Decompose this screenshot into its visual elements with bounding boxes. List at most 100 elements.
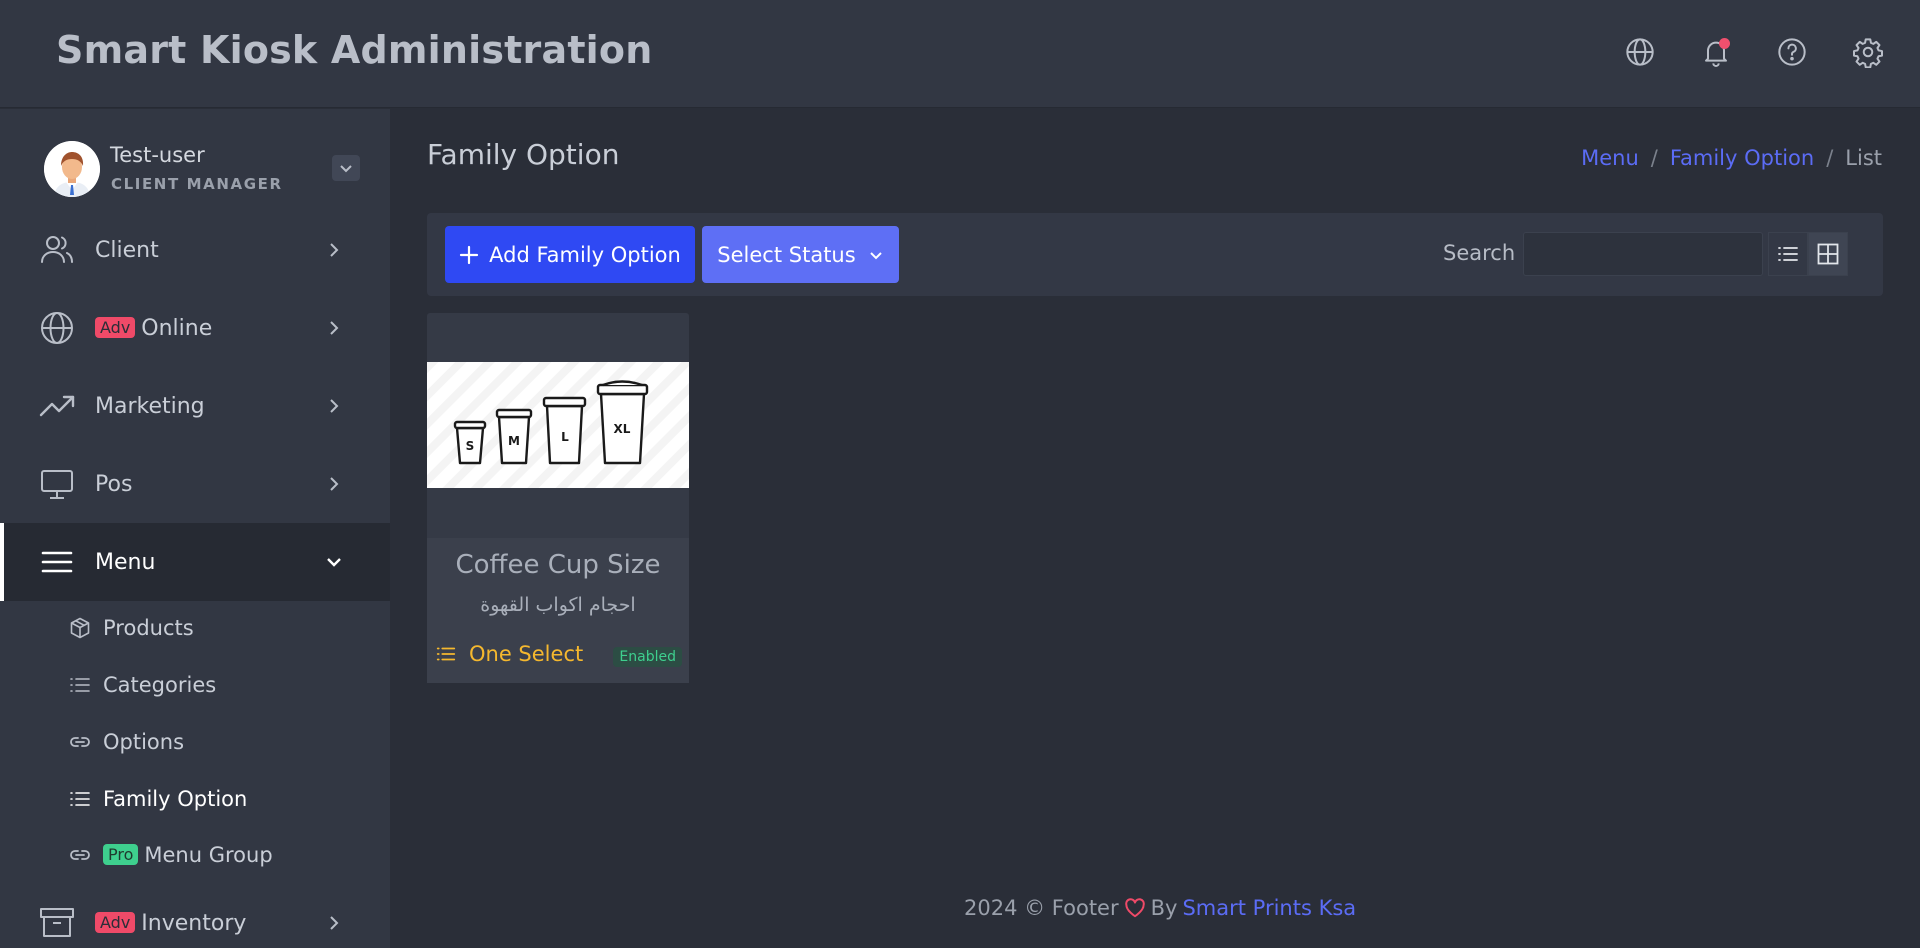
help-icon[interactable] xyxy=(1776,36,1808,68)
sidebar-item-inventory[interactable]: Adv Inventory xyxy=(0,884,390,948)
sidebar-item-menu[interactable]: Menu xyxy=(0,523,390,601)
cup-label: M xyxy=(508,434,520,448)
chevron-right-icon xyxy=(330,243,339,257)
select-status-dropdown[interactable]: Select Status xyxy=(702,226,899,283)
app-title: Smart Kiosk Administration xyxy=(56,28,653,72)
select-status-label: Select Status xyxy=(717,242,856,267)
box-icon xyxy=(68,616,92,640)
sidebar-item-label: Client xyxy=(95,237,159,263)
card-type-label: One Select xyxy=(469,642,584,666)
sidebar-item-online[interactable]: Adv Online xyxy=(0,289,390,367)
users-icon xyxy=(38,231,76,269)
list-icon xyxy=(1778,247,1798,261)
globe-icon[interactable] xyxy=(1624,36,1656,68)
sidebar-subitem-label: Categories xyxy=(103,673,217,697)
breadcrumb-separator: / xyxy=(1650,146,1658,170)
chevron-right-icon xyxy=(330,916,339,930)
adv-badge: Adv xyxy=(95,911,136,933)
breadcrumb-menu[interactable]: Menu xyxy=(1581,146,1639,170)
page-title: Family Option xyxy=(427,138,620,171)
sidebar-item-label: Online xyxy=(141,315,213,341)
sidebar-subitem-categories[interactable]: Categories xyxy=(0,657,390,713)
grid-icon xyxy=(1817,243,1839,265)
gear-icon[interactable] xyxy=(1852,36,1884,69)
link-icon xyxy=(68,843,92,867)
chevron-right-icon xyxy=(330,399,339,413)
card-title-arabic: احجام اكواب القهوة xyxy=(480,594,636,616)
sidebar-subitem-options[interactable]: Options xyxy=(0,714,390,770)
sidebar-item-label-wrap: Adv Inventory xyxy=(95,911,246,936)
sidebar-subitem-family-option[interactable]: Family Option xyxy=(0,771,390,827)
heart-icon xyxy=(1124,898,1145,918)
list-icon xyxy=(68,673,92,697)
cup-label: XL xyxy=(614,422,631,436)
sidebar: Test-user CLIENT MANAGER Client Adv Onlin… xyxy=(0,109,390,948)
card-title: Coffee Cup Size xyxy=(455,550,661,580)
sidebar-item-label: Marketing xyxy=(95,393,205,419)
avatar[interactable] xyxy=(44,141,100,197)
notification-dot xyxy=(1719,38,1730,49)
adv-badge: Adv xyxy=(95,316,136,338)
footer-link[interactable]: Smart Prints Ksa xyxy=(1182,896,1356,920)
footer-text: 2024 © Footer xyxy=(964,896,1119,920)
list-icon xyxy=(68,787,92,811)
card-type: One Select xyxy=(435,642,583,666)
link-icon xyxy=(68,730,92,754)
monitor-icon xyxy=(38,465,76,503)
coffee-cups-illustration: S M L XL xyxy=(427,362,689,488)
breadcrumb-separator: / xyxy=(1826,146,1834,170)
chevron-down-icon xyxy=(340,165,352,173)
add-family-option-button[interactable]: Add Family Option xyxy=(445,226,695,283)
user-name: Test-user xyxy=(110,143,205,167)
chevron-right-icon xyxy=(330,477,339,491)
footer: 2024 © Footer By Smart Prints Ksa xyxy=(964,896,1356,920)
sidebar-subitem-label: Products xyxy=(103,616,194,640)
chevron-down-icon xyxy=(869,251,882,259)
bell-icon[interactable] xyxy=(1700,36,1732,68)
breadcrumb-current: List xyxy=(1845,146,1882,170)
top-icons xyxy=(1624,36,1884,69)
view-toggle xyxy=(1768,232,1848,276)
user-box: Test-user CLIENT MANAGER xyxy=(44,141,364,197)
sidebar-item-client[interactable]: Client xyxy=(0,211,390,289)
card-body: Coffee Cup Size احجام اكواب القهوة One S… xyxy=(427,538,689,683)
globe-icon xyxy=(38,309,76,347)
search-input[interactable] xyxy=(1523,232,1763,276)
cup-label: L xyxy=(561,430,569,444)
cup-label: S xyxy=(466,439,475,453)
sidebar-subitem-menu-group[interactable]: Pro Menu Group xyxy=(0,827,390,883)
footer-by: By xyxy=(1150,896,1178,920)
family-option-card[interactable]: S M L XL Coffee Cup Size احجام اكواب الق… xyxy=(427,313,689,683)
sidebar-subitem-label: Family Option xyxy=(103,787,248,811)
sidebar-item-label: Menu xyxy=(95,549,156,575)
chevron-down-icon xyxy=(327,558,341,567)
search-label: Search xyxy=(1443,241,1516,265)
sidebar-subitem-label-wrap: Pro Menu Group xyxy=(103,843,273,867)
archive-icon xyxy=(38,904,76,942)
sidebar-subitem-products[interactable]: Products xyxy=(0,600,390,656)
status-badge: Enabled xyxy=(613,647,682,667)
hamburger-icon xyxy=(38,543,76,581)
sidebar-item-pos[interactable]: Pos xyxy=(0,445,390,523)
sidebar-item-marketing[interactable]: Marketing xyxy=(0,367,390,445)
chevron-right-icon xyxy=(330,321,339,335)
grid-view-button[interactable] xyxy=(1808,232,1848,276)
sidebar-item-label: Pos xyxy=(95,471,133,497)
user-role: CLIENT MANAGER xyxy=(111,175,283,193)
breadcrumb: Menu / Family Option / List xyxy=(1581,146,1882,170)
list-view-button[interactable] xyxy=(1768,232,1808,276)
list-icon xyxy=(436,647,456,661)
sidebar-subitem-label: Menu Group xyxy=(144,843,273,867)
plus-icon xyxy=(460,245,479,264)
coffee-cups-image: S M L XL xyxy=(427,362,689,488)
sidebar-item-label: Inventory xyxy=(141,910,247,936)
pro-badge: Pro xyxy=(103,844,139,865)
sidebar-subitem-label: Options xyxy=(103,730,185,754)
user-menu-toggle[interactable] xyxy=(332,155,360,181)
toolbar: Add Family Option Select Status Search xyxy=(427,213,1883,296)
sidebar-item-label-wrap: Adv Online xyxy=(95,316,212,341)
top-bar: Smart Kiosk Administration xyxy=(0,0,1920,108)
add-family-option-label: Add Family Option xyxy=(489,242,681,267)
breadcrumb-family-option[interactable]: Family Option xyxy=(1670,146,1814,170)
trending-up-icon xyxy=(38,387,76,425)
